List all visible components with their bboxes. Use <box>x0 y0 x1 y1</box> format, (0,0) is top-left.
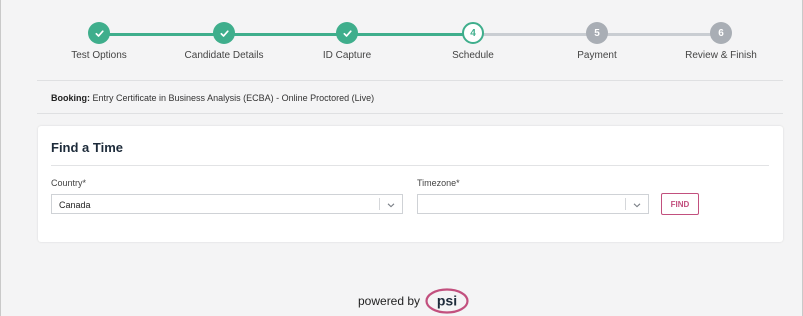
step-complete-marker <box>336 22 358 44</box>
step-schedule: 4 Schedule <box>408 22 538 61</box>
step-label: Review & Finish <box>685 50 757 61</box>
step-id-capture: ID Capture <box>282 22 412 61</box>
step-complete-marker <box>88 22 110 44</box>
select-separator <box>379 198 380 210</box>
check-icon <box>342 29 352 37</box>
country-value: Canada <box>59 200 91 210</box>
timezone-select[interactable] <box>417 194 649 214</box>
chevron-down-icon[interactable] <box>632 200 642 210</box>
powered-by-footer: powered by psi <box>358 288 469 314</box>
divider <box>37 80 783 81</box>
psi-logo: psi <box>425 288 469 314</box>
find-button[interactable]: FIND <box>661 193 699 215</box>
card-divider <box>51 165 769 166</box>
step-label: Candidate Details <box>184 50 264 61</box>
step-test-options: Test Options <box>34 22 164 61</box>
check-icon <box>219 29 229 37</box>
step-label: Schedule <box>452 50 494 61</box>
booking-value: Entry Certificate in Business Analysis (… <box>92 93 375 103</box>
check-icon <box>94 29 104 37</box>
chevron-down-icon[interactable] <box>386 200 396 210</box>
step-label: Test Options <box>71 50 127 61</box>
select-separator <box>625 198 626 210</box>
card-title: Find a Time <box>51 140 123 155</box>
step-number-marker: 5 <box>586 22 608 44</box>
booking-summary: Booking: Entry Certificate in Business A… <box>51 93 374 103</box>
step-number-marker: 6 <box>710 22 732 44</box>
progress-stepper: Test Options Candidate Details ID Captur… <box>1 0 803 70</box>
step-label: Payment <box>577 50 617 61</box>
powered-by-text: powered by <box>358 294 421 308</box>
country-select[interactable]: Canada <box>51 194 403 214</box>
booking-label: Booking: <box>51 93 90 103</box>
step-payment: 5 Payment <box>532 22 662 61</box>
country-label: Country* <box>51 178 87 188</box>
step-number-marker: 4 <box>462 22 484 44</box>
step-complete-marker <box>213 22 235 44</box>
step-review-finish: 6 Review & Finish <box>656 22 786 61</box>
timezone-label: Timezone* <box>417 178 460 188</box>
step-label: ID Capture <box>322 50 372 61</box>
step-candidate-details: Candidate Details <box>159 22 289 61</box>
find-time-card: Find a Time Country* Canada Timezone* FI… <box>38 126 783 242</box>
psi-logo-text: psi <box>437 293 457 309</box>
divider <box>37 113 783 114</box>
